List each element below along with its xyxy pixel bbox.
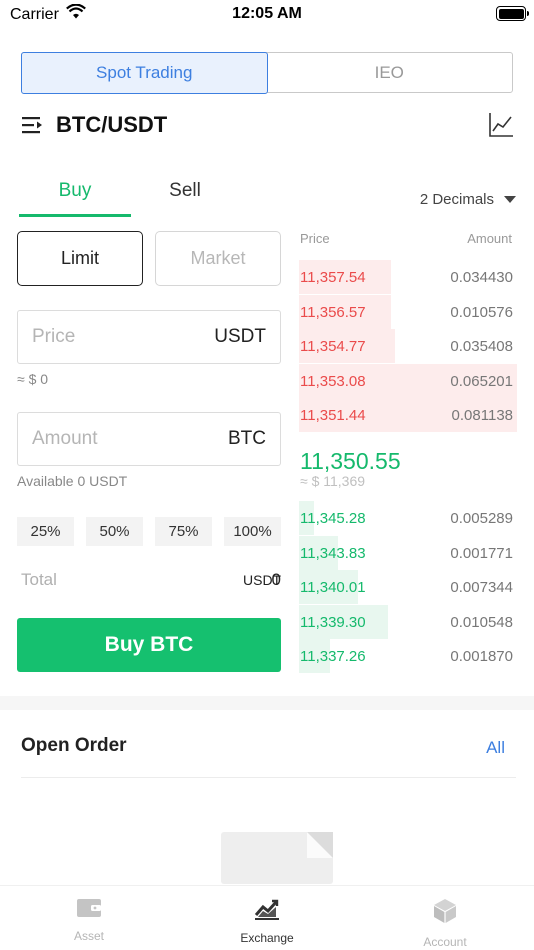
bid-amount: 0.005289 [450,510,513,527]
cube-icon [432,898,458,929]
limit-order-button[interactable]: Limit [17,231,143,286]
bid-row[interactable]: 11,340.01 0.007344 [299,570,517,604]
ask-row[interactable]: 11,351.44 0.081138 [299,398,517,432]
ask-row[interactable]: 11,356.57 0.010576 [299,294,517,329]
bid-price: 11,337.26 [300,648,366,665]
bid-price: 11,343.83 [300,544,366,562]
last-price-fiat: ≈ $ 11,369 [300,473,366,489]
bid-amount: 0.001870 [450,648,513,665]
status-bar: Carrier 12:05 AM [0,0,534,30]
percent-100-button[interactable]: 100% [224,517,281,546]
bid-amount: 0.007344 [450,579,513,596]
bid-row[interactable]: 11,343.83 0.001771 [299,535,517,570]
percent-75-button[interactable]: 75% [155,517,212,546]
market-segment-control: Spot Trading IEO [20,51,513,94]
ask-price: 11,351.44 [300,407,366,424]
bottom-tab-bar: Asset Exchange Account [0,885,534,950]
price-field[interactable]: USDT [17,310,281,364]
tabbar-account[interactable]: Account [356,886,534,950]
empty-document-icon [221,832,333,884]
bid-price: 11,345.28 [300,510,366,527]
percent-50-button[interactable]: 50% [86,517,143,546]
ask-price: 11,354.77 [300,338,366,355]
bid-price: 11,339.30 [300,613,366,631]
market-order-button[interactable]: Market [155,231,281,286]
amount-field[interactable]: BTC [17,412,281,466]
ask-amount: 0.035408 [450,338,513,355]
ask-price: 11,357.54 [300,269,366,286]
bid-row[interactable]: 11,337.26 0.001870 [299,639,517,673]
battery-icon [496,6,529,21]
bid-amount: 0.001771 [450,544,513,562]
total-unit: USDT [243,572,282,588]
tabbar-asset-label: Asset [73,929,104,943]
ask-row[interactable]: 11,357.54 0.034430 [299,260,517,294]
ask-amount: 0.010576 [450,303,513,321]
pair-title[interactable]: BTC/USDT [56,112,167,138]
ask-price: 11,356.57 [300,303,366,321]
section-divider [0,696,534,710]
decimals-label: 2 Decimals [419,191,494,208]
orderbook-price-header: Price [300,231,330,246]
tabbar-exchange[interactable]: Exchange [178,886,356,950]
kline-chart-icon[interactable] [489,112,514,137]
tab-sell[interactable]: Sell [129,180,241,202]
tab-buy[interactable]: Buy [19,180,131,202]
open-order-all-link[interactable]: All [486,738,505,758]
bid-row[interactable]: 11,339.30 0.010548 [299,604,517,639]
decimals-dropdown[interactable]: 2 Decimals [420,191,516,208]
available-balance: Available 0 USDT [17,473,128,489]
amount-input[interactable] [32,428,192,450]
ask-amount: 0.034430 [450,269,513,286]
exchange-chart-icon [254,898,280,925]
bid-price: 11,340.01 [300,579,366,596]
pair-menu-icon[interactable] [22,115,44,135]
ask-row[interactable]: 11,354.77 0.035408 [299,329,517,363]
wallet-icon [76,898,102,923]
tabbar-exchange-label: Exchange [240,931,294,945]
price-unit: USDT [214,326,266,347]
price-input[interactable] [32,326,192,348]
tab-ieo[interactable]: IEO [267,53,513,92]
tabbar-asset[interactable]: Asset [0,886,178,950]
last-price[interactable]: 11,350.55 [300,448,401,475]
bid-row[interactable]: 11,345.28 0.005289 [299,501,517,535]
amount-unit: BTC [228,428,266,449]
tab-spot-trading[interactable]: Spot Trading [20,51,268,94]
tab-active-indicator [19,214,131,217]
divider [21,777,516,778]
buy-submit-button[interactable]: Buy BTC [17,618,281,672]
total-label: Total [21,570,57,589]
clock: 12:05 AM [232,5,302,22]
open-order-title: Open Order [21,735,127,756]
ask-amount: 0.065201 [450,372,513,390]
orderbook-amount-header: Amount [467,231,512,246]
ask-row[interactable]: 11,353.08 0.065201 [299,363,517,398]
percent-buttons: 25% 50% 75% 100% [17,517,281,546]
tabbar-account-label: Account [423,935,467,949]
ask-price: 11,353.08 [300,372,366,390]
caret-down-icon [504,196,516,203]
percent-25-button[interactable]: 25% [17,517,74,546]
ask-amount: 0.081138 [451,407,513,424]
bid-amount: 0.010548 [450,613,513,631]
price-fiat-estimate: ≈ $ 0 [17,371,49,387]
